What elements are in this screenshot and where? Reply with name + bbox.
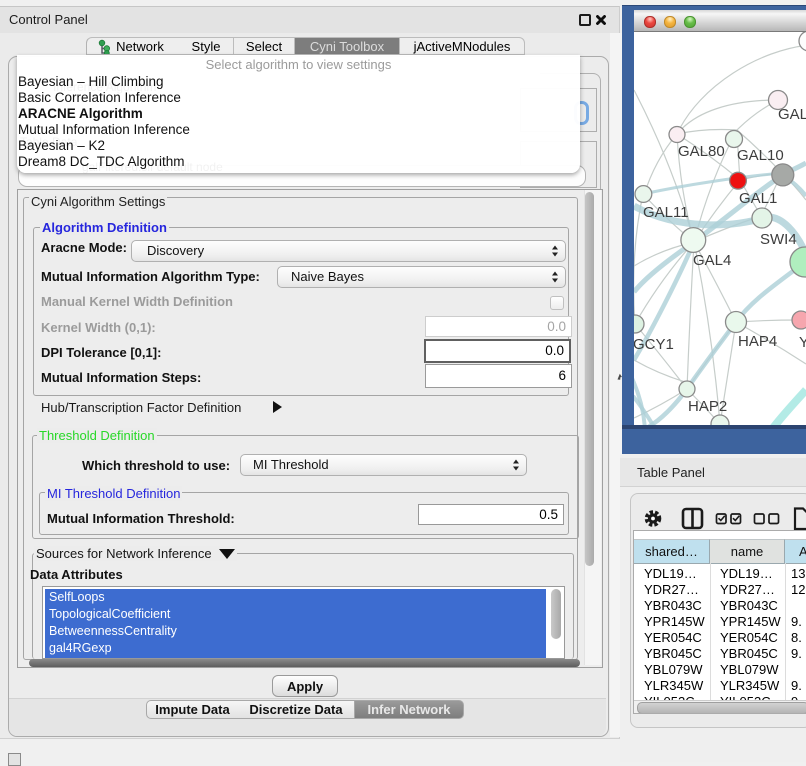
svg-text:SWI4: SWI4 [760,231,797,248]
svg-text:GAL80: GAL80 [678,143,725,160]
svg-text:GAL10: GAL10 [737,147,784,164]
svg-text:HAP4: HAP4 [738,333,777,350]
svg-text:HAP2: HAP2 [688,398,727,415]
svg-text:GAL11: GAL11 [643,204,689,221]
svg-text:Y: Y [799,334,806,351]
svg-text:GCY1: GCY1 [634,336,674,353]
svg-text:GAL7: GAL7 [778,106,806,123]
svg-text:GAL4: GAL4 [693,252,731,269]
svg-text:GAL1: GAL1 [739,190,777,207]
